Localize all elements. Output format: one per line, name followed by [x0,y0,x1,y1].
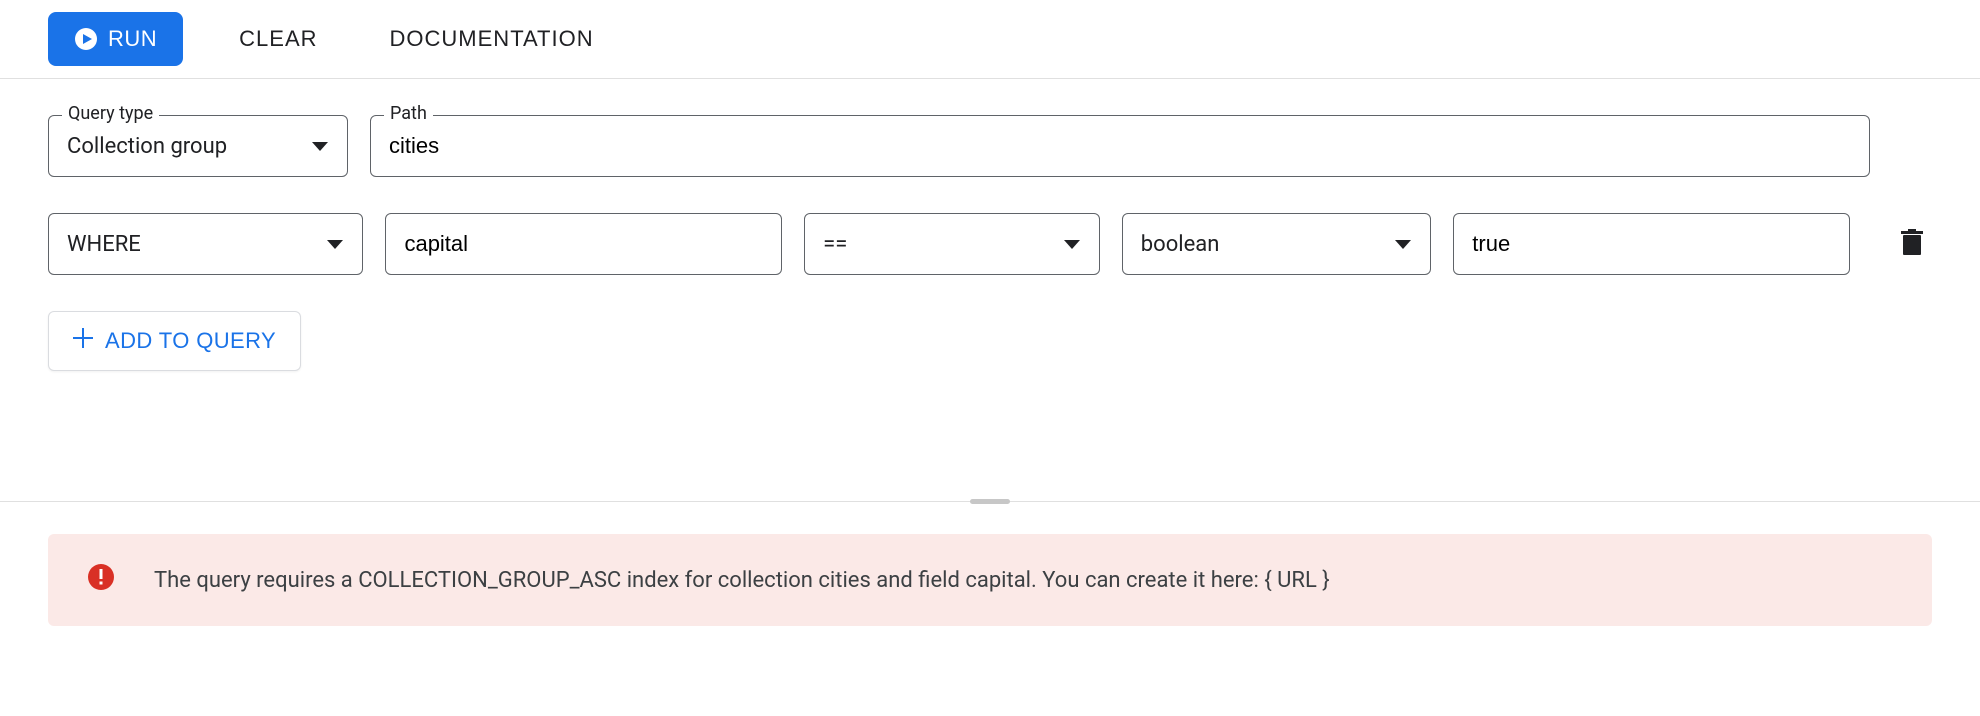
chevron-down-icon [326,232,344,257]
clause-kind-select[interactable]: WHERE [48,213,363,275]
results-divider [0,501,1980,502]
error-message: The query requires a COLLECTION_GROUP_AS… [154,568,1330,593]
clause-type-value: boolean [1141,232,1220,257]
clause-field-input-wrapper[interactable] [385,213,782,275]
path-input-wrapper[interactable] [370,115,1870,177]
clause-kind-value: WHERE [67,232,141,257]
clause-value-input[interactable] [1472,231,1831,257]
trash-icon [1900,245,1924,260]
query-type-label: Query type [62,103,159,124]
plus-icon [73,328,93,354]
delete-clause-button[interactable] [1892,221,1932,268]
clause-op-value: == [823,232,847,257]
run-label: RUN [108,26,157,52]
query-meta-row: Query type Collection group Path [48,115,1932,177]
clause-row: WHERE == boolean [48,213,1932,275]
path-input[interactable] [389,133,1851,159]
error-banner: The query requires a COLLECTION_GROUP_AS… [48,534,1932,626]
toolbar: RUN CLEAR DOCUMENTATION [0,0,1980,79]
play-icon [74,27,98,51]
drag-handle[interactable] [970,499,1010,504]
documentation-button[interactable]: DOCUMENTATION [374,16,610,62]
clause-op-select[interactable]: == [804,213,1100,275]
query-type-select[interactable]: Collection group [48,115,348,177]
query-type-value: Collection group [67,134,227,159]
chevron-down-icon [1063,232,1081,257]
clause-value-input-wrapper[interactable] [1453,213,1850,275]
query-type-field: Query type Collection group [48,115,348,177]
add-to-query-label: ADD TO QUERY [105,328,276,354]
chevron-down-icon [311,134,329,159]
add-to-query-button[interactable]: ADD TO QUERY [48,311,301,371]
clear-button[interactable]: CLEAR [223,16,333,62]
path-field: Path [370,115,1870,177]
path-label: Path [384,103,433,124]
chevron-down-icon [1394,232,1412,257]
error-icon [88,564,114,596]
clause-field-input[interactable] [404,231,763,257]
run-button[interactable]: RUN [48,12,183,66]
query-builder: Query type Collection group Path WHERE [0,79,1980,431]
clause-type-select[interactable]: boolean [1122,213,1432,275]
